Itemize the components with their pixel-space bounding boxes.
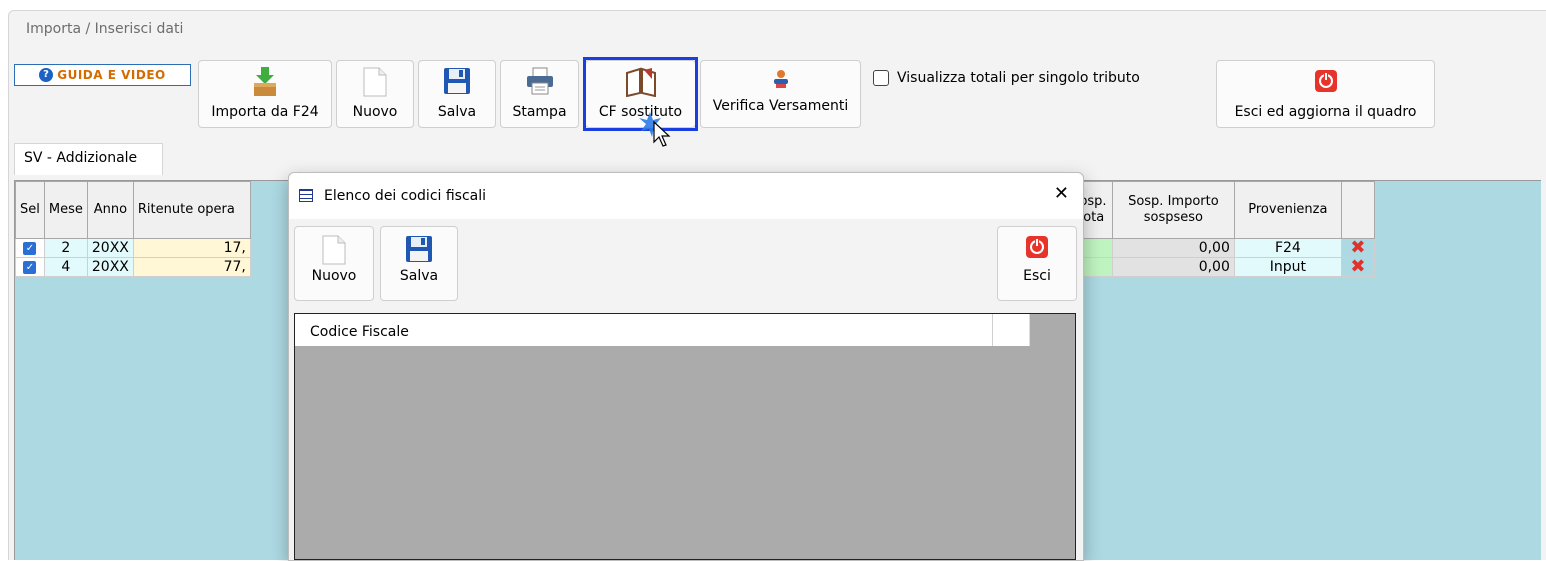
col-provenienza[interactable]: Provenienza xyxy=(1233,181,1342,239)
save-label: Salva xyxy=(437,104,477,120)
dialog-save-button[interactable]: Salva xyxy=(380,226,458,301)
verifica-versamenti-button[interactable]: Verifica Versamenti xyxy=(700,60,861,128)
codici-fiscali-grid[interactable]: Codice Fiscale xyxy=(294,313,1076,560)
help-icon: ? xyxy=(39,68,54,82)
dialog-exit-button[interactable]: Esci xyxy=(997,226,1077,301)
exit-update-button[interactable]: Esci ed aggiorna il quadro xyxy=(1216,60,1435,128)
checkbox-box[interactable] xyxy=(873,70,889,86)
verifica-versamenti-label: Verifica Versamenti xyxy=(712,98,849,114)
cell-sosp-importo[interactable]: 0,00 xyxy=(1111,257,1235,277)
col-codice-fiscale[interactable]: Codice Fiscale xyxy=(310,324,409,340)
dialog-title: Elenco dei codici fiscali xyxy=(324,188,487,204)
codici-fiscali-dialog: Elenco dei codici fiscali ✕ Nuovo Salva … xyxy=(288,172,1084,561)
cell-anno[interactable]: 20XX xyxy=(86,238,134,258)
cell-provenienza[interactable]: F24 xyxy=(1233,238,1342,258)
checkbox-checked-icon: ✓ xyxy=(23,241,37,255)
delete-x-icon: ✖ xyxy=(1350,237,1366,258)
mouse-cursor-icon xyxy=(638,110,678,158)
col-mese[interactable]: Mese xyxy=(43,181,88,239)
col-sosp-importo[interactable]: Sosp. Importo sospseso xyxy=(1111,181,1235,239)
list-icon xyxy=(299,189,313,202)
dialog-new-button[interactable]: Nuovo xyxy=(294,226,374,301)
row-select-checkbox[interactable]: ✓ xyxy=(15,257,45,277)
cell-provenienza[interactable]: Input xyxy=(1233,257,1342,277)
power-icon xyxy=(1314,69,1338,97)
cell-anno[interactable]: 20XX xyxy=(86,257,134,277)
print-label: Stampa xyxy=(512,104,567,120)
show-totals-label: Visualizza totali per singolo tributo xyxy=(897,70,1140,86)
col-sel[interactable]: Sel xyxy=(15,181,45,239)
dialog-new-label: Nuovo xyxy=(311,268,357,284)
delete-x-icon: ✖ xyxy=(1350,256,1366,277)
import-box-icon xyxy=(252,67,278,101)
window-title: Importa / Inserisci dati xyxy=(26,21,184,37)
checkbox-checked-icon: ✓ xyxy=(23,260,37,274)
dialog-save-label: Salva xyxy=(399,268,439,284)
print-button[interactable]: Stampa xyxy=(500,60,579,128)
delete-row-button[interactable]: ✖ xyxy=(1340,237,1375,258)
col-anno[interactable]: Anno xyxy=(86,181,134,239)
power-icon xyxy=(1025,235,1049,263)
exit-update-label: Esci ed aggiorna il quadro xyxy=(1234,104,1417,120)
new-document-icon xyxy=(322,235,346,269)
delete-row-button[interactable]: ✖ xyxy=(1340,256,1375,277)
new-button[interactable]: Nuovo xyxy=(336,60,414,128)
save-button[interactable]: Salva xyxy=(418,60,496,128)
printer-icon xyxy=(525,67,555,99)
floppy-save-icon xyxy=(443,67,471,99)
dialog-titlebar: Elenco dei codici fiscali ✕ xyxy=(289,173,1083,219)
grid-header: Codice Fiscale xyxy=(295,314,1030,346)
people-check-icon xyxy=(771,69,791,93)
guida-video-label: GUIDA E VIDEO xyxy=(57,68,166,82)
show-totals-checkbox[interactable]: Visualizza totali per singolo tributo xyxy=(873,70,1140,86)
close-icon[interactable]: ✕ xyxy=(1054,183,1069,204)
cell-ritenute[interactable]: 77, xyxy=(132,257,251,277)
import-f24-button[interactable]: Importa da F24 xyxy=(198,60,332,128)
col-delete xyxy=(1340,181,1375,239)
cell-mese[interactable]: 2 xyxy=(43,238,88,258)
tab-label: SV - Addizionale xyxy=(24,150,138,166)
cell-sosp-importo[interactable]: 0,00 xyxy=(1111,238,1235,258)
cell-ritenute[interactable]: 17, xyxy=(132,238,251,258)
dialog-exit-label: Esci xyxy=(1023,268,1051,284)
guida-video-button[interactable]: ? GUIDA E VIDEO xyxy=(14,64,191,86)
floppy-save-icon xyxy=(405,235,433,267)
import-f24-label: Importa da F24 xyxy=(211,104,319,120)
row-select-checkbox[interactable]: ✓ xyxy=(15,238,45,258)
col-ritenute[interactable]: Ritenute opera xyxy=(132,181,251,239)
new-document-icon xyxy=(363,67,387,101)
new-label: Nuovo xyxy=(352,104,398,120)
tab-sv-addizionale[interactable]: SV - Addizionale xyxy=(14,143,163,175)
column-separator xyxy=(992,314,993,346)
cell-mese[interactable]: 4 xyxy=(43,257,88,277)
